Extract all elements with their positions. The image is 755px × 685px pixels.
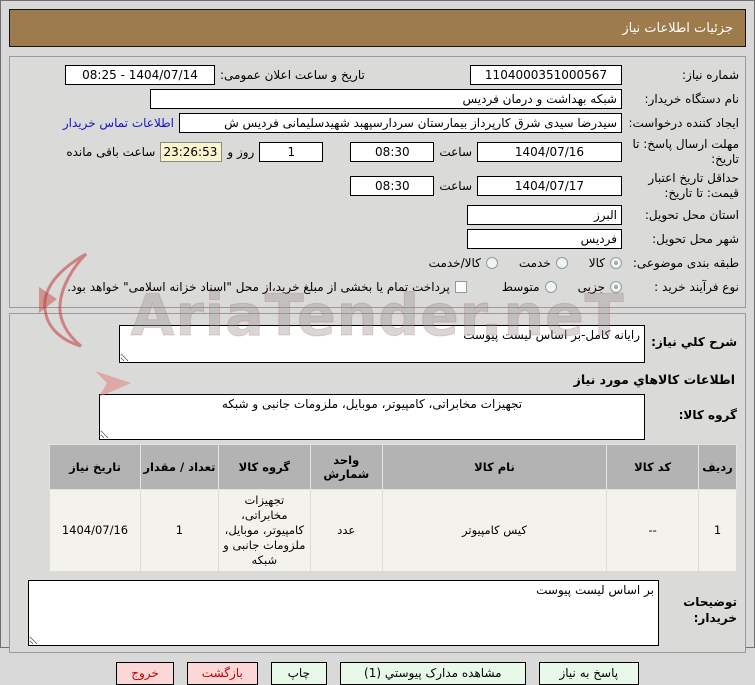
cell-quantity: 1 (139, 489, 219, 572)
cell-goods-code: -- (606, 489, 700, 572)
city-label: شهر محل تحویل: (652, 231, 739, 246)
price-validity-hour-label: ساعت (439, 179, 472, 193)
countdown-timer: 23:26:53 (160, 142, 223, 162)
classification-radio-goods[interactable] (610, 257, 622, 269)
row-city: شهر محل تحویل: (16, 228, 739, 250)
cell-row-number: 1 (698, 489, 737, 572)
buyer-notes-label: توضیحات خریدار: (683, 594, 737, 626)
response-deadline-time-field[interactable] (350, 142, 435, 162)
cell-goods-group: تجهیزات مخابراتی، کامپیوتر، موبایل، ملزو… (217, 489, 311, 572)
row-price-validity: حداقل تاریخ اعتبار قیمت: تا تاریخ: ساعت (16, 170, 739, 202)
buyer-org-label: نام دستگاه خریدار: (644, 91, 740, 106)
remaining-days-field[interactable] (259, 142, 324, 162)
cell-goods-name: کیس کامپیوتر (381, 489, 608, 572)
row-goods-group: گروه کالا: تجهیزات مخابراتی، کامپیوتر، م… (18, 394, 737, 440)
page-title: جزئیات اطلاعات نیاز (622, 20, 733, 36)
response-deadline-hour-label: ساعت (439, 145, 472, 159)
print-button[interactable]: چاپ (270, 661, 327, 685)
treasury-checkbox[interactable] (454, 281, 467, 293)
cell-need-date: 1404/07/16 (49, 489, 141, 572)
goods-section-header: اطلاعات کالاهاي مورد نیاز (573, 372, 735, 387)
row-buyer-org: نام دستگاه خریدار: (16, 88, 739, 110)
row-classification: طبقه بندی موضوعی: کالا خدمت کالا/خدمت (16, 252, 739, 274)
row-need-description: شرح کلي نیاز: رایانه کامل-بر اساس لیست پ… (18, 325, 737, 363)
classification-radio-goods-service[interactable] (485, 257, 498, 269)
city-field[interactable] (467, 229, 622, 249)
need-detail-panel: شرح کلي نیاز: رایانه کامل-بر اساس لیست پ… (9, 313, 746, 653)
title-bar: جزئیات اطلاعات نیاز (9, 9, 746, 47)
price-validity-date-field[interactable] (477, 176, 622, 196)
process-type-option-medium: متوسط (501, 280, 540, 294)
table-row: 1 -- کیس کامپیوتر عدد تجهیزات مخابراتی، … (49, 489, 737, 572)
view-attached-documents-button[interactable]: مشاهده مدارک پیوستي (1) (339, 661, 526, 685)
col-goods-name: نام کالا (381, 444, 608, 490)
process-type-label: نوع فرآیند خرید : (654, 279, 739, 294)
goods-group-label: گروه کالا: (678, 408, 737, 422)
col-goods-group: گروه کالا (217, 444, 311, 490)
remaining-hours-label: ساعت باقی مانده (66, 145, 156, 159)
row-province: استان محل تحویل: (16, 204, 739, 226)
announce-datetime-label: تاریخ و ساعت اعلان عمومی: (220, 67, 365, 82)
request-creator-field[interactable] (179, 113, 622, 133)
need-details-page: { "title_bar": { "title": "جزئیات اطلاعا… (0, 0, 755, 685)
row-response-deadline: مهلت ارسال پاسخ: تا تاریخ: ساعت روز و 23… (16, 136, 739, 168)
cell-count-unit: عدد (309, 489, 383, 572)
price-validity-label: حداقل تاریخ اعتبار قیمت: تا تاریخ: (648, 171, 739, 200)
treasury-note: پرداخت تمام یا بخشی از مبلغ خرید،از محل … (67, 280, 450, 294)
col-count-unit: واحد شمارش (309, 444, 383, 490)
col-quantity: تعداد / مقدار (139, 444, 219, 490)
buyer-org-field[interactable] (150, 89, 622, 109)
request-creator-label: ایجاد کننده درخواست: (628, 115, 739, 130)
buyer-contact-link[interactable]: اطلاعات تماس خریدار (63, 116, 174, 130)
exit-button[interactable]: خروج (116, 661, 174, 685)
province-label: استان محل تحویل: (644, 207, 739, 222)
row-buyer-notes: توضیحات خریدار: بر اساس لیست پیوست (18, 579, 737, 646)
goods-group-textarea[interactable]: تجهیزات مخابراتی، کامپیوتر، موبایل، ملزو… (99, 394, 645, 440)
action-button-row: پاسخ به نیاز مشاهده مدارک پیوستي (1) چاپ… (1, 661, 754, 685)
classification-option-goods: کالا (588, 256, 605, 270)
buyer-notes-textarea[interactable]: بر اساس لیست پیوست (28, 579, 659, 646)
response-deadline-date-field[interactable] (477, 142, 622, 162)
province-field[interactable] (467, 205, 622, 225)
price-validity-time-field[interactable] (350, 176, 435, 196)
goods-table: ردیف کد کالا نام کالا واحد شمارش گروه کا… (49, 444, 737, 572)
process-type-option-minor: جزیی (577, 280, 605, 294)
goods-table-header-row: ردیف کد کالا نام کالا واحد شمارش گروه کا… (49, 444, 737, 490)
process-type-radio-medium[interactable] (544, 281, 557, 293)
respond-to-need-button[interactable]: پاسخ به نیاز (538, 661, 639, 685)
need-description-label: شرح کلي نیاز: (651, 335, 737, 349)
col-row-number: ردیف (698, 444, 737, 490)
row-process-type: نوع فرآیند خرید : جزیی متوسط پرداخت تمام… (16, 276, 739, 298)
announce-datetime-field[interactable] (65, 65, 215, 85)
process-type-radio-minor[interactable] (610, 281, 622, 293)
remaining-days-label: روز و (227, 145, 255, 159)
row-request-creator: ایجاد کننده درخواست: اطلاعات تماس خریدار (16, 112, 739, 134)
col-goods-code: کد کالا (606, 444, 700, 490)
need-number-field[interactable] (470, 65, 622, 85)
row-need-number: شماره نیاز: تاریخ و ساعت اعلان عمومی: (16, 64, 739, 86)
back-button[interactable]: بازگشت (186, 661, 258, 685)
response-deadline-label: مهلت ارسال پاسخ: تا تاریخ: (632, 137, 739, 166)
classification-option-goods-service: کالا/خدمت (428, 256, 481, 270)
need-description-textarea[interactable]: رایانه کامل-بر اساس لیست پیوست (119, 325, 645, 363)
classification-radio-service[interactable] (555, 257, 568, 269)
need-info-panel: شماره نیاز: تاریخ و ساعت اعلان عمومی: نا… (9, 56, 746, 308)
col-need-date: تاریخ نیاز (49, 444, 141, 490)
need-number-label: شماره نیاز: (682, 67, 739, 82)
classification-option-service: خدمت (518, 256, 551, 270)
classification-label: طبقه بندی موضوعی: (632, 255, 739, 270)
